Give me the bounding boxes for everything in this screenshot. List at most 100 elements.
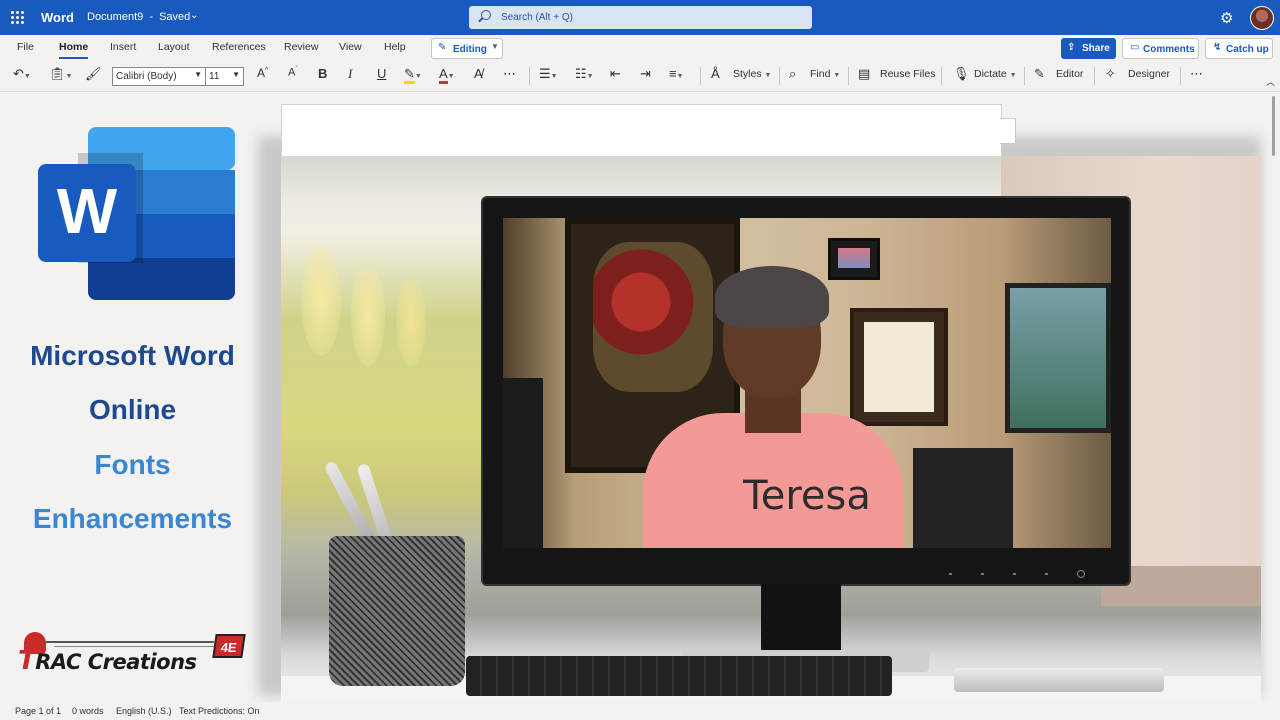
font-size-value: 11 (209, 71, 220, 82)
catch-up-label: Catch up (1226, 44, 1269, 55)
page-count[interactable]: Page 1 of 1 (15, 706, 61, 716)
trackpad (954, 668, 1164, 692)
designer-button[interactable]: Designer (1128, 68, 1170, 80)
gear-icon[interactable]: ⚙ (1220, 9, 1233, 27)
promo-title-line-1: Microsoft Word (30, 340, 235, 371)
app-launcher-icon[interactable] (11, 11, 24, 24)
power-icon (1077, 570, 1085, 578)
toolbar-separator (529, 67, 530, 85)
pencil-icon: ✎ (438, 42, 447, 53)
chevron-down-icon: ▼ (194, 70, 202, 79)
toolbar-separator (700, 67, 701, 85)
wall-light (351, 266, 385, 366)
tab-file[interactable]: File (17, 41, 34, 53)
brand-text: TRAC Creations (18, 646, 197, 676)
brand-rule (46, 641, 214, 643)
title-bar: Word Document9 - Saved ⌄ Search (Alt + Q… (0, 0, 1280, 35)
font-color-icon[interactable]: A▼ (439, 66, 455, 84)
pen-cup (329, 536, 465, 686)
text-predictions[interactable]: Text Predictions: On (179, 706, 260, 716)
styles-icon[interactable]: Å (711, 66, 720, 81)
styles-button[interactable]: Styles ▼ (733, 68, 771, 80)
video-frame: Teresa (503, 218, 1111, 548)
more-font-options-icon[interactable]: ⋯ (503, 66, 517, 82)
scrollbar-thumb[interactable] (1272, 96, 1275, 156)
framed-window-art (1005, 283, 1111, 433)
editor-button[interactable]: Editor (1056, 68, 1083, 80)
toolbar-separator (941, 67, 942, 85)
decrease-indent-icon[interactable]: ⇤ (610, 66, 621, 82)
toolbar-separator (1024, 67, 1025, 85)
wall-light (396, 276, 426, 366)
microphone-icon: 🎙︎ (953, 66, 970, 81)
font-name-select[interactable]: Calibri (Body) ▼ (112, 67, 206, 86)
font-size-select[interactable]: 11 ▼ (205, 67, 244, 86)
document-page[interactable] (281, 104, 1002, 164)
bullets-icon[interactable]: ☰▼ (539, 66, 558, 82)
comments-label: Comments (1143, 44, 1195, 55)
dictate-button[interactable]: Dictate ▼ (974, 68, 1017, 80)
presenter-hair (715, 266, 829, 328)
search-icon (481, 10, 491, 20)
font-name-value: Calibri (Body) (116, 71, 177, 82)
brand-name: RAC Creations (35, 650, 197, 674)
activity-icon: ↯ (1213, 42, 1222, 53)
tab-review[interactable]: Review (284, 41, 318, 53)
paste-icon[interactable]: 📋︎▼ (49, 66, 72, 82)
undo-icon[interactable]: ↶▼ (13, 66, 31, 82)
title-separator: - (149, 11, 153, 23)
framed-diploma (850, 308, 948, 426)
reuse-files-button[interactable]: Reuse Files (880, 68, 935, 80)
underline-button[interactable]: U (377, 66, 386, 81)
embedded-video[interactable]: Teresa (281, 156, 1261, 702)
align-icon[interactable]: ≡▼ (669, 66, 684, 81)
office-chair (503, 378, 543, 548)
vertical-scrollbar[interactable] (1268, 92, 1280, 702)
document-canvas: W Microsoft Word Online Fonts Enhancemen… (0, 92, 1280, 702)
numbering-icon[interactable]: ☷▼ (575, 66, 594, 82)
promo-title-line-3: Fonts (94, 449, 171, 480)
editing-mode-button[interactable]: ✎ Editing ▼ (431, 38, 503, 59)
tab-references[interactable]: References (212, 41, 266, 53)
wall-light (301, 246, 341, 356)
more-options-icon[interactable]: ⋯ (1190, 66, 1204, 82)
page-margin-marker (1000, 118, 1016, 144)
increase-indent-icon[interactable]: ⇥ (640, 66, 651, 82)
word-count[interactable]: 0 words (72, 706, 104, 716)
find-button[interactable]: Find ▼ (810, 68, 840, 80)
share-button[interactable]: ⇪ Share (1061, 38, 1116, 59)
chevron-down-icon: ▼ (491, 42, 499, 51)
designer-icon: ✧ (1105, 66, 1116, 81)
brand-badge: 4E (212, 634, 246, 658)
keyboard (466, 656, 892, 696)
dictate-label: Dictate (974, 68, 1007, 80)
highlight-icon[interactable]: ✎▼ (404, 66, 422, 84)
tab-home[interactable]: Home (59, 41, 89, 59)
document-title[interactable]: Document9 - Saved (87, 11, 190, 23)
format-painter-icon[interactable]: 🖌︎ (85, 66, 102, 82)
language[interactable]: English (U.S.) (116, 706, 172, 716)
collapse-ribbon-icon[interactable]: ︿ (1266, 75, 1275, 88)
comments-button[interactable]: ▭ Comments (1122, 38, 1199, 59)
tab-insert[interactable]: Insert (110, 41, 136, 53)
search-box[interactable]: Search (Alt + Q) (469, 6, 812, 29)
ribbon: File Home Insert Layout References Revie… (0, 35, 1280, 92)
avatar[interactable] (1250, 6, 1274, 30)
toolbar-separator (1094, 67, 1095, 85)
shrink-font-icon[interactable]: Aˇ (288, 66, 298, 79)
monitor: Teresa (481, 196, 1131, 586)
promo-title-line-4: Enhancements (32, 503, 233, 534)
grow-font-icon[interactable]: A^ (257, 66, 268, 80)
tab-help[interactable]: Help (384, 41, 406, 53)
editor-icon: ✎ (1034, 66, 1045, 81)
chevron-down-icon[interactable]: ⌄ (190, 10, 198, 21)
toolbar-separator (1180, 67, 1181, 85)
catch-up-button[interactable]: ↯ Catch up (1205, 38, 1273, 59)
chevron-down-icon: ▼ (232, 70, 240, 79)
clear-formatting-icon[interactable]: A̸ (474, 66, 483, 81)
tab-view[interactable]: View (339, 41, 362, 53)
tab-layout[interactable]: Layout (158, 41, 190, 53)
app-name[interactable]: Word (41, 10, 74, 25)
italic-button[interactable]: I (348, 66, 352, 82)
bold-button[interactable]: B (318, 66, 327, 81)
